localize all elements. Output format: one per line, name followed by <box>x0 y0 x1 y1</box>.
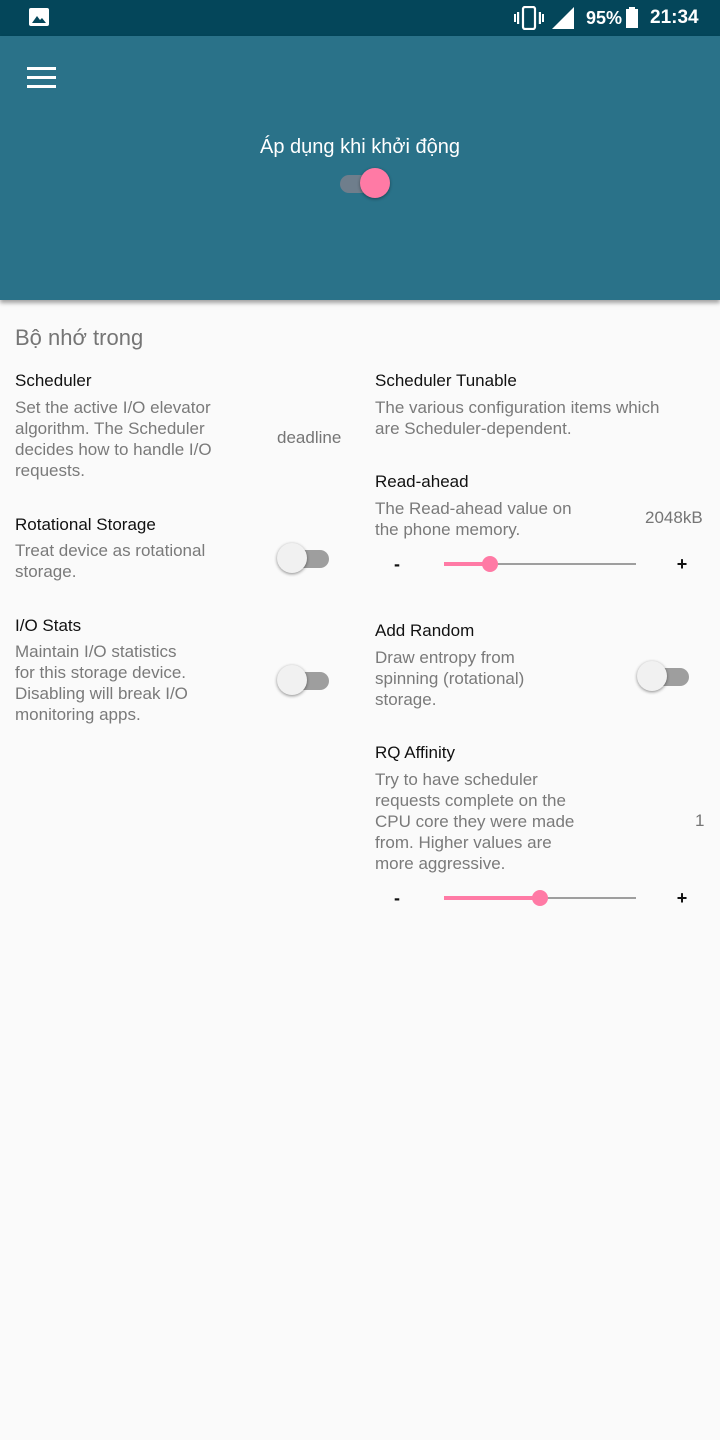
rq-affinity-slider[interactable] <box>444 886 638 910</box>
clock: 21:34 <box>650 7 699 28</box>
rotational-storage-desc: Treat device as rotational storage. <box>15 541 206 581</box>
read-ahead-increase-button[interactable]: + <box>672 554 692 575</box>
rotational-storage-switch[interactable] <box>277 541 333 575</box>
add-random-switch[interactable] <box>637 659 693 693</box>
rq-affinity-increase-button[interactable]: + <box>672 888 692 909</box>
read-ahead-decrease-button[interactable]: - <box>387 554 407 575</box>
apply-on-boot-switch[interactable] <box>338 168 392 198</box>
rotational-storage-title: Rotational Storage <box>15 515 156 534</box>
rq-affinity-value: 1 <box>695 811 705 830</box>
read-ahead-desc: The Read-ahead value on the phone memory… <box>375 499 572 539</box>
scheduler-tunable-desc: The various configuration items which ar… <box>375 398 660 438</box>
battery-icon <box>626 7 638 28</box>
app-bar: Áp dụng khi khởi động <box>0 36 720 300</box>
read-ahead-value: 2048kB <box>645 508 703 527</box>
scheduler-title: Scheduler <box>15 371 92 390</box>
io-stats-title: I/O Stats <box>15 616 82 635</box>
section-title: Bộ nhớ trong <box>15 325 144 350</box>
read-ahead-title: Read-ahead <box>375 472 469 491</box>
read-ahead-slider[interactable] <box>444 552 638 576</box>
scheduler-tunable-title[interactable]: Scheduler Tunable <box>375 371 517 391</box>
add-random-desc: Draw entropy from spinning (rotational) … <box>375 648 525 709</box>
image-notification-icon <box>29 8 49 26</box>
rq-affinity-desc: Try to have scheduler requests complete … <box>375 770 575 873</box>
battery-percent: 95% <box>586 8 623 28</box>
vibrate-icon <box>514 6 544 30</box>
scheduler-value[interactable]: deadline <box>277 428 341 448</box>
rq-affinity-decrease-button[interactable]: - <box>387 888 407 909</box>
menu-icon[interactable] <box>27 67 57 89</box>
io-stats-switch[interactable] <box>277 663 333 697</box>
rq-affinity-title: RQ Affinity <box>375 743 455 762</box>
scheduler-desc: Set the active I/O elevator algorithm. T… <box>15 398 212 480</box>
status-bar: 95% 21:34 <box>0 0 720 36</box>
io-stats-desc: Maintain I/O statistics for this storage… <box>15 642 188 724</box>
signal-icon <box>552 7 574 29</box>
apply-on-boot-label: Áp dụng khi khởi động <box>260 136 460 158</box>
add-random-title: Add Random <box>375 621 475 640</box>
